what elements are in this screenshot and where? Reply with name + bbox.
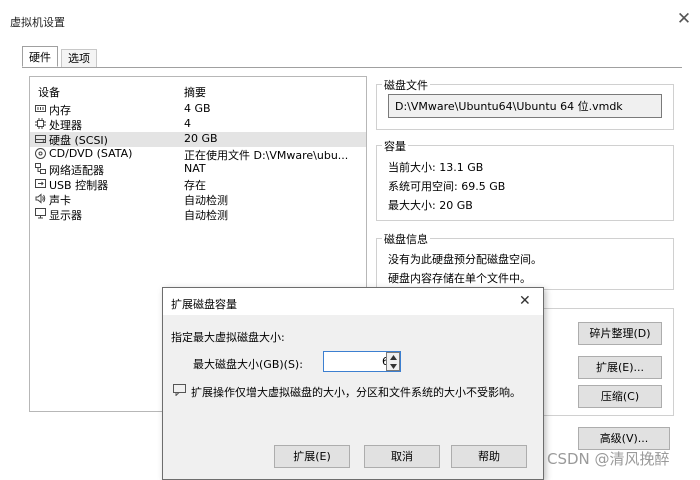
dialog-expand-button[interactable]: 扩展(E) [274, 445, 350, 468]
device-name: 显示器 [49, 209, 82, 222]
info-note-icon [173, 384, 186, 396]
device-column-header: 设备 [38, 86, 60, 99]
device-summary: 4 [184, 117, 191, 130]
max-disk-size-label: 最大磁盘大小(GB)(S): [193, 358, 303, 371]
disk-file-title: 磁盘文件 [382, 77, 430, 93]
tab-options[interactable]: 选项 [61, 49, 97, 67]
network-adapter-icon [35, 163, 46, 174]
disk-file-path[interactable]: D:\VMware\Ubuntu64\Ubuntu 64 位.vmdk [388, 94, 662, 118]
dialog-close-icon[interactable]: ✕ [519, 293, 531, 309]
expand-button[interactable]: 扩展(E)... [578, 356, 662, 379]
device-row-usb-controller[interactable]: USB 控制器 存在 [30, 177, 366, 192]
dialog-prompt: 指定最大虚拟磁盘大小: [171, 331, 285, 344]
device-name: 处理器 [49, 119, 82, 132]
device-name: 硬盘 (SCSI) [49, 134, 108, 147]
device-summary: 正在使用文件 D:\VMware\ubu... [184, 149, 349, 162]
usb-controller-icon [35, 179, 46, 188]
advanced-button[interactable]: 高级(V)... [578, 427, 670, 450]
device-row-display[interactable]: 显示器 自动检测 [30, 207, 366, 222]
dialog-cancel-button[interactable]: 取消 [364, 445, 440, 468]
sound-card-icon [35, 193, 46, 204]
tab-strip-divider [22, 67, 682, 68]
capacity-title: 容量 [382, 138, 408, 154]
device-summary: 4 GB [184, 102, 211, 115]
device-summary: 存在 [184, 179, 206, 192]
hard-disk-icon [35, 135, 46, 143]
device-row-sound-card[interactable]: 声卡 自动检测 [30, 192, 366, 207]
window-close-icon[interactable]: ✕ [673, 8, 695, 30]
window-title: 虚拟机设置 [10, 16, 65, 29]
max-size-text: 最大大小: 20 GB [388, 199, 473, 212]
summary-column-header: 摘要 [184, 86, 206, 99]
memory-icon [35, 105, 46, 112]
dialog-title: 扩展磁盘容量 [171, 298, 237, 311]
dialog-title-bar: 扩展磁盘容量 ✕ [163, 288, 543, 315]
dialog-help-button[interactable]: 帮助 [451, 445, 527, 468]
device-row-hard-disk[interactable]: 硬盘 (SCSI) 20 GB [30, 132, 366, 147]
cd-dvd-icon [35, 148, 46, 159]
size-spinner[interactable] [386, 352, 400, 371]
device-name: 声卡 [49, 194, 71, 207]
defragment-button[interactable]: 碎片整理(D) [578, 322, 662, 345]
device-row-cd-dvd[interactable]: CD/DVD (SATA) 正在使用文件 D:\VMware\ubu... [30, 147, 366, 162]
device-name: 内存 [49, 104, 71, 117]
device-name: 网络适配器 [49, 164, 104, 177]
device-name: CD/DVD (SATA) [49, 147, 133, 160]
csdn-watermark: CSDN @清风挽醉 [547, 450, 670, 468]
device-row-processor[interactable]: 处理器 4 [30, 117, 366, 132]
processor-icon [35, 118, 46, 129]
disk-info-line-1: 没有为此硬盘预分配磁盘空间。 [388, 253, 542, 266]
compact-button[interactable]: 压缩(C) [578, 385, 662, 408]
device-row-network-adapter[interactable]: 网络适配器 NAT [30, 162, 366, 177]
device-summary: 20 GB [184, 132, 218, 145]
tab-hardware[interactable]: 硬件 [22, 46, 58, 67]
disk-info-line-2: 硬盘内容存储在单个文件中。 [388, 272, 531, 285]
device-name: USB 控制器 [49, 179, 109, 192]
device-summary: 自动检测 [184, 194, 228, 207]
device-row-memory[interactable]: 内存 4 GB [30, 102, 366, 117]
device-summary: 自动检测 [184, 209, 228, 222]
current-size-text: 当前大小: 13.1 GB [388, 161, 484, 174]
display-icon [35, 208, 46, 219]
spin-up-icon[interactable] [390, 355, 397, 360]
device-summary: NAT [184, 162, 206, 175]
dialog-note: 扩展操作仅增大虚拟磁盘的大小，分区和文件系统的大小不受影响。 [191, 386, 521, 399]
expand-disk-dialog: 扩展磁盘容量 ✕ 指定最大虚拟磁盘大小: 最大磁盘大小(GB)(S): 60 扩… [162, 287, 544, 480]
system-free-space-text: 系统可用空间: 69.5 GB [388, 180, 506, 193]
disk-info-title: 磁盘信息 [382, 231, 430, 247]
spin-down-icon[interactable] [390, 364, 397, 369]
